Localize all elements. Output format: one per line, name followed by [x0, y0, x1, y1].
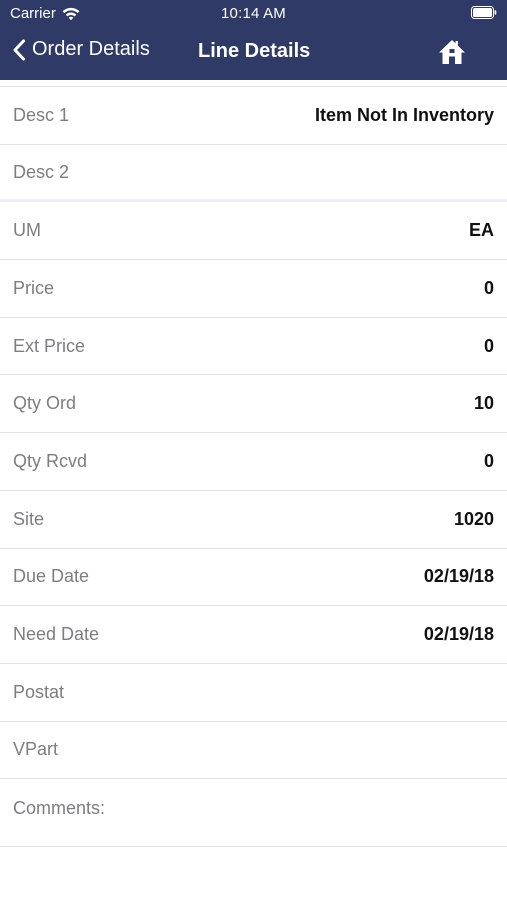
field-label: Postat [13, 681, 65, 702]
field-label: Qty Ord [13, 393, 77, 414]
field-row-desc2: Desc 2 [0, 144, 507, 203]
field-row-due-date: Due Date 02/19/18 [0, 548, 507, 607]
screen: Carrier 10:14 AM Order Details Line Deta… [0, 0, 507, 900]
field-row-site: Site 1020 [0, 490, 507, 549]
field-row-ext-price: Ext Price 0 [0, 317, 507, 376]
field-label: Due Date [13, 566, 90, 587]
status-bar: Carrier 10:14 AM [0, 0, 507, 28]
field-value: 1020 [453, 508, 494, 529]
field-label: Price [13, 277, 55, 298]
field-value: 02/19/18 [423, 624, 494, 645]
field-label: Qty Rcvd [13, 450, 88, 471]
line-details-list: Desc 1 Item Not In Inventory Desc 2 UM E… [0, 86, 507, 848]
field-value: 0 [483, 335, 494, 356]
field-label: Desc 1 [13, 104, 70, 125]
status-time: 10:14 AM [221, 5, 286, 22]
field-row-vpart: VPart [0, 721, 507, 780]
field-row-need-date: Need Date 02/19/18 [0, 606, 507, 664]
field-row-comments: Comments: [0, 779, 507, 848]
field-row-desc1: Desc 1 Item Not In Inventory [0, 87, 507, 145]
home-icon[interactable] [437, 37, 467, 67]
field-label: Ext Price [13, 335, 86, 356]
field-row-price: Price 0 [0, 260, 507, 318]
nav-bar: Order Details Line Details [0, 28, 507, 80]
field-value: 02/19/18 [423, 566, 494, 587]
field-row-qty-ord: Qty Ord 10 [0, 375, 507, 434]
field-row-postat: Postat [0, 663, 507, 722]
field-label: UM [13, 220, 41, 241]
back-button[interactable]: Order Details [12, 38, 150, 61]
field-value: Item Not In Inventory [314, 104, 494, 125]
header: Carrier 10:14 AM Order Details Line Deta… [0, 0, 507, 80]
field-label: Desc 2 [13, 161, 70, 182]
field-value: 0 [483, 277, 494, 298]
field-value: EA [468, 220, 494, 241]
battery-icon [471, 6, 497, 19]
field-value: 10 [473, 393, 494, 414]
field-row-qty-rcvd: Qty Rcvd 0 [0, 433, 507, 491]
field-label: Comments: [13, 798, 106, 819]
page-title: Line Details [198, 40, 311, 62]
chevron-left-icon [13, 39, 25, 60]
field-label: Site [13, 508, 45, 529]
field-row-um: UM EA [0, 202, 507, 261]
field-label: VPart [13, 739, 59, 760]
field-label: Need Date [13, 624, 100, 645]
field-value: 0 [483, 450, 494, 471]
back-button-label: Order Details [32, 38, 150, 60]
